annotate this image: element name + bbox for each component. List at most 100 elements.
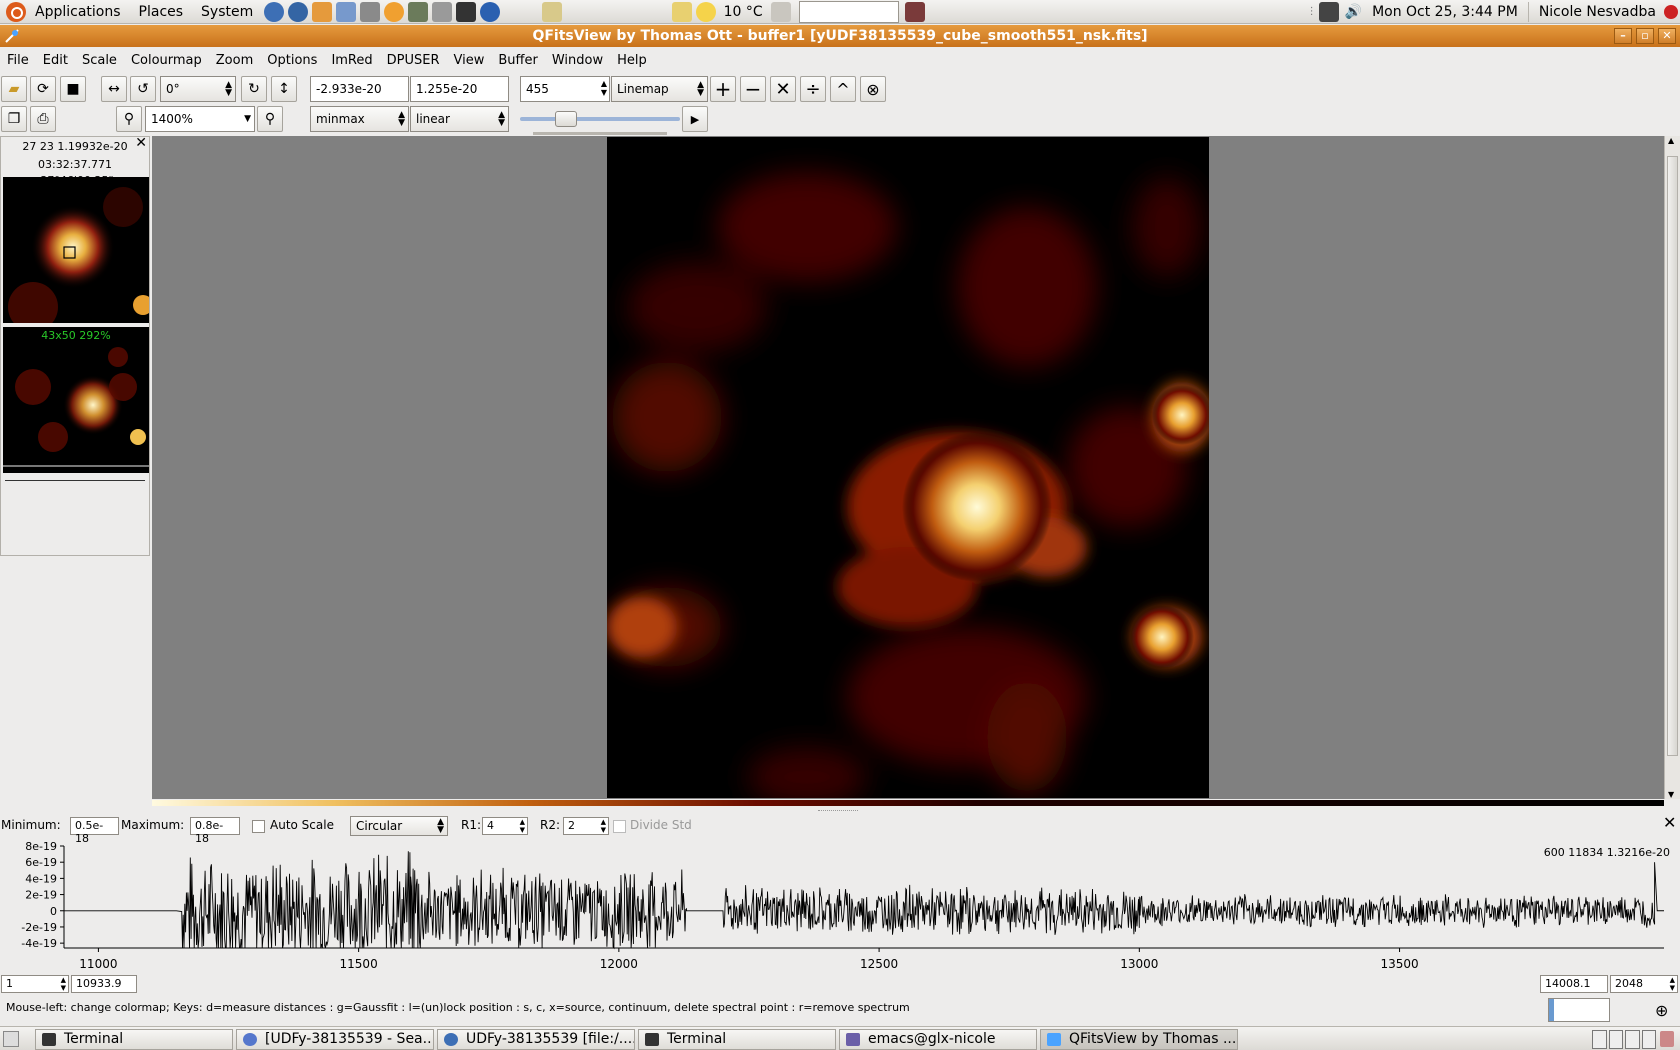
calculator-launcher-icon[interactable] [408, 1, 429, 22]
menu-scale[interactable]: Scale [75, 53, 124, 68]
close-window-button[interactable]: ✕ [1658, 28, 1676, 44]
qfitsview-app-icon[interactable] [4, 28, 20, 44]
aperture-select[interactable]: Circular ▲ ▼ [350, 816, 448, 836]
clear-operation-button[interactable]: ⊗ [860, 76, 886, 102]
power-button[interactable]: ^ [830, 76, 856, 102]
drive-icon[interactable] [542, 1, 563, 22]
menu-applications[interactable]: Applications [26, 4, 130, 20]
channel-slider-track[interactable] [520, 117, 680, 121]
zoom-in-button[interactable]: ⚲ [257, 106, 283, 132]
workspace-1[interactable] [1592, 1030, 1607, 1049]
volume-icon[interactable]: 🔊 [1345, 4, 1362, 20]
multiply-button[interactable]: ✕ [770, 76, 796, 102]
subtract-button[interactable]: − [740, 76, 766, 102]
image-launcher-icon[interactable] [312, 1, 333, 22]
zoom-select[interactable]: 1400% ▼ [145, 106, 255, 132]
close-panel-icon[interactable]: ✕ [135, 135, 147, 151]
display-mode-select[interactable]: Linemap ▲ ▼ [611, 76, 708, 102]
scrollbar-thumb[interactable] [1667, 156, 1678, 756]
end-wave-field[interactable]: 14008.1 [1540, 975, 1608, 993]
flip-vertical-button[interactable]: ↕ [271, 76, 297, 102]
menu-places[interactable]: Places [130, 4, 193, 20]
gimp-launcher-icon[interactable] [360, 1, 381, 22]
help-launcher-icon[interactable] [288, 1, 309, 22]
terminal-launcher-icon[interactable] [456, 1, 477, 22]
menu-colourmap[interactable]: Colourmap [124, 53, 209, 68]
scroll-down-icon[interactable]: ▼ [1668, 790, 1674, 799]
menu-imred[interactable]: ImRed [324, 53, 379, 68]
menu-window[interactable]: Window [545, 53, 610, 68]
tray-input-box[interactable] [798, 0, 899, 23]
menu-help[interactable]: Help [610, 53, 654, 68]
clock[interactable]: Mon Oct 25, 3:44 PM [1372, 4, 1518, 20]
start-wave-field[interactable]: 10933.9 [71, 975, 137, 993]
printer-launcher-icon[interactable] [432, 1, 453, 22]
flip-horizontal-button[interactable]: ↔ [101, 76, 127, 102]
workspace-2[interactable] [1608, 1030, 1623, 1049]
menu-edit[interactable]: Edit [36, 53, 75, 68]
zoom-out-button[interactable]: ⚲ [116, 106, 142, 132]
end-index-spinbox[interactable]: 2048 ▲ ▼ [1610, 975, 1678, 993]
scroll-up-icon[interactable]: ▲ [1668, 136, 1674, 145]
menu-dpuser[interactable]: DPUSER [380, 53, 447, 68]
auto-scale-checkbox[interactable] [252, 820, 265, 833]
notes-launcher-icon[interactable] [336, 1, 357, 22]
add-button[interactable]: + [710, 76, 736, 102]
maximum-field[interactable]: 0.8e-18 [190, 817, 240, 845]
ubuntu-logo-icon[interactable] [6, 1, 26, 22]
satellite-icon[interactable]: ⊕ [1655, 1001, 1668, 1020]
print-button[interactable]: ⎙ [30, 106, 56, 132]
folder-icon[interactable] [671, 1, 692, 22]
spectrum-plot[interactable]: 8e-19 6e-19 4e-19 2e-19 0 -2e-19 -4e-19 11000 1… [0, 836, 1680, 981]
menu-system[interactable]: System [192, 4, 262, 20]
start-index-spinbox[interactable]: 1 ▲ ▼ [1, 975, 69, 993]
overview-view[interactable]: 43x50 292% [3, 327, 149, 473]
scale-type-select[interactable]: linear ▲ ▼ [410, 106, 509, 132]
channel-spinbox[interactable]: 455 ▲ ▼ [520, 76, 610, 102]
divide-button[interactable]: ÷ [800, 76, 826, 102]
min-value-field[interactable]: -2.933e-20 [310, 76, 409, 102]
play-button[interactable]: ▶ [682, 106, 708, 132]
menu-options[interactable]: Options [260, 53, 324, 68]
save-button[interactable]: ■ [60, 76, 86, 102]
task-file-browser[interactable]: UDFy-38135539 [file:/.... [437, 1029, 635, 1050]
task-terminal-1[interactable]: Terminal [35, 1029, 233, 1050]
splitter-handle[interactable] [818, 810, 858, 813]
network-icon[interactable] [1318, 1, 1339, 22]
fits-image[interactable] [607, 137, 1209, 798]
workspace-3[interactable] [1625, 1030, 1640, 1049]
trash-icon[interactable] [1660, 1031, 1674, 1047]
close-spectrum-icon[interactable]: ✕ [1663, 813, 1676, 832]
chart-icon[interactable] [770, 1, 791, 22]
image-vertical-scrollbar[interactable]: ▲ ▼ [1664, 136, 1680, 799]
power-icon[interactable] [1664, 4, 1678, 19]
image-viewport[interactable] [152, 136, 1664, 799]
menu-buffer[interactable]: Buffer [491, 53, 544, 68]
minimum-field[interactable]: 0.5e-18 [70, 817, 119, 845]
menu-zoom[interactable]: Zoom [209, 53, 260, 68]
tray-app-icon[interactable] [904, 1, 925, 22]
globe-launcher-icon[interactable] [480, 1, 501, 22]
task-qfitsview[interactable]: QFitsView by Thomas ... [1040, 1029, 1238, 1050]
divide-std-checkbox[interactable] [613, 820, 626, 833]
colour-bar[interactable] [152, 800, 1664, 806]
menu-file[interactable]: File [0, 53, 36, 68]
maximize-button[interactable]: ▫ [1636, 28, 1654, 44]
rotate-cw-button[interactable]: ↻ [241, 76, 267, 102]
task-emacs[interactable]: emacs@glx-nicole [839, 1029, 1037, 1050]
task-terminal-2[interactable]: Terminal [638, 1029, 836, 1050]
rotate-ccw-button[interactable]: ↺ [130, 76, 156, 102]
rotation-select[interactable]: 0° ▲ ▼ [160, 76, 236, 102]
weather-temperature[interactable]: 10 °C [724, 4, 763, 20]
task-search[interactable]: [UDFy-38135539 - Sea... [236, 1029, 434, 1050]
user-name[interactable]: Nicole Nesvadba [1539, 4, 1656, 20]
max-value-field[interactable]: 1.255e-20 [410, 76, 509, 102]
open-file-button[interactable]: ▰ [1, 76, 27, 102]
firefox-launcher-icon[interactable] [264, 1, 285, 22]
show-desktop-icon[interactable] [3, 1031, 19, 1047]
copy-button[interactable]: ❐ [1, 106, 27, 132]
magnifier-view[interactable] [3, 177, 149, 323]
scale-mode-select[interactable]: minmax ▲ ▼ [310, 106, 409, 132]
channel-slider-handle[interactable] [554, 111, 577, 127]
workspace-4[interactable] [1641, 1030, 1656, 1049]
